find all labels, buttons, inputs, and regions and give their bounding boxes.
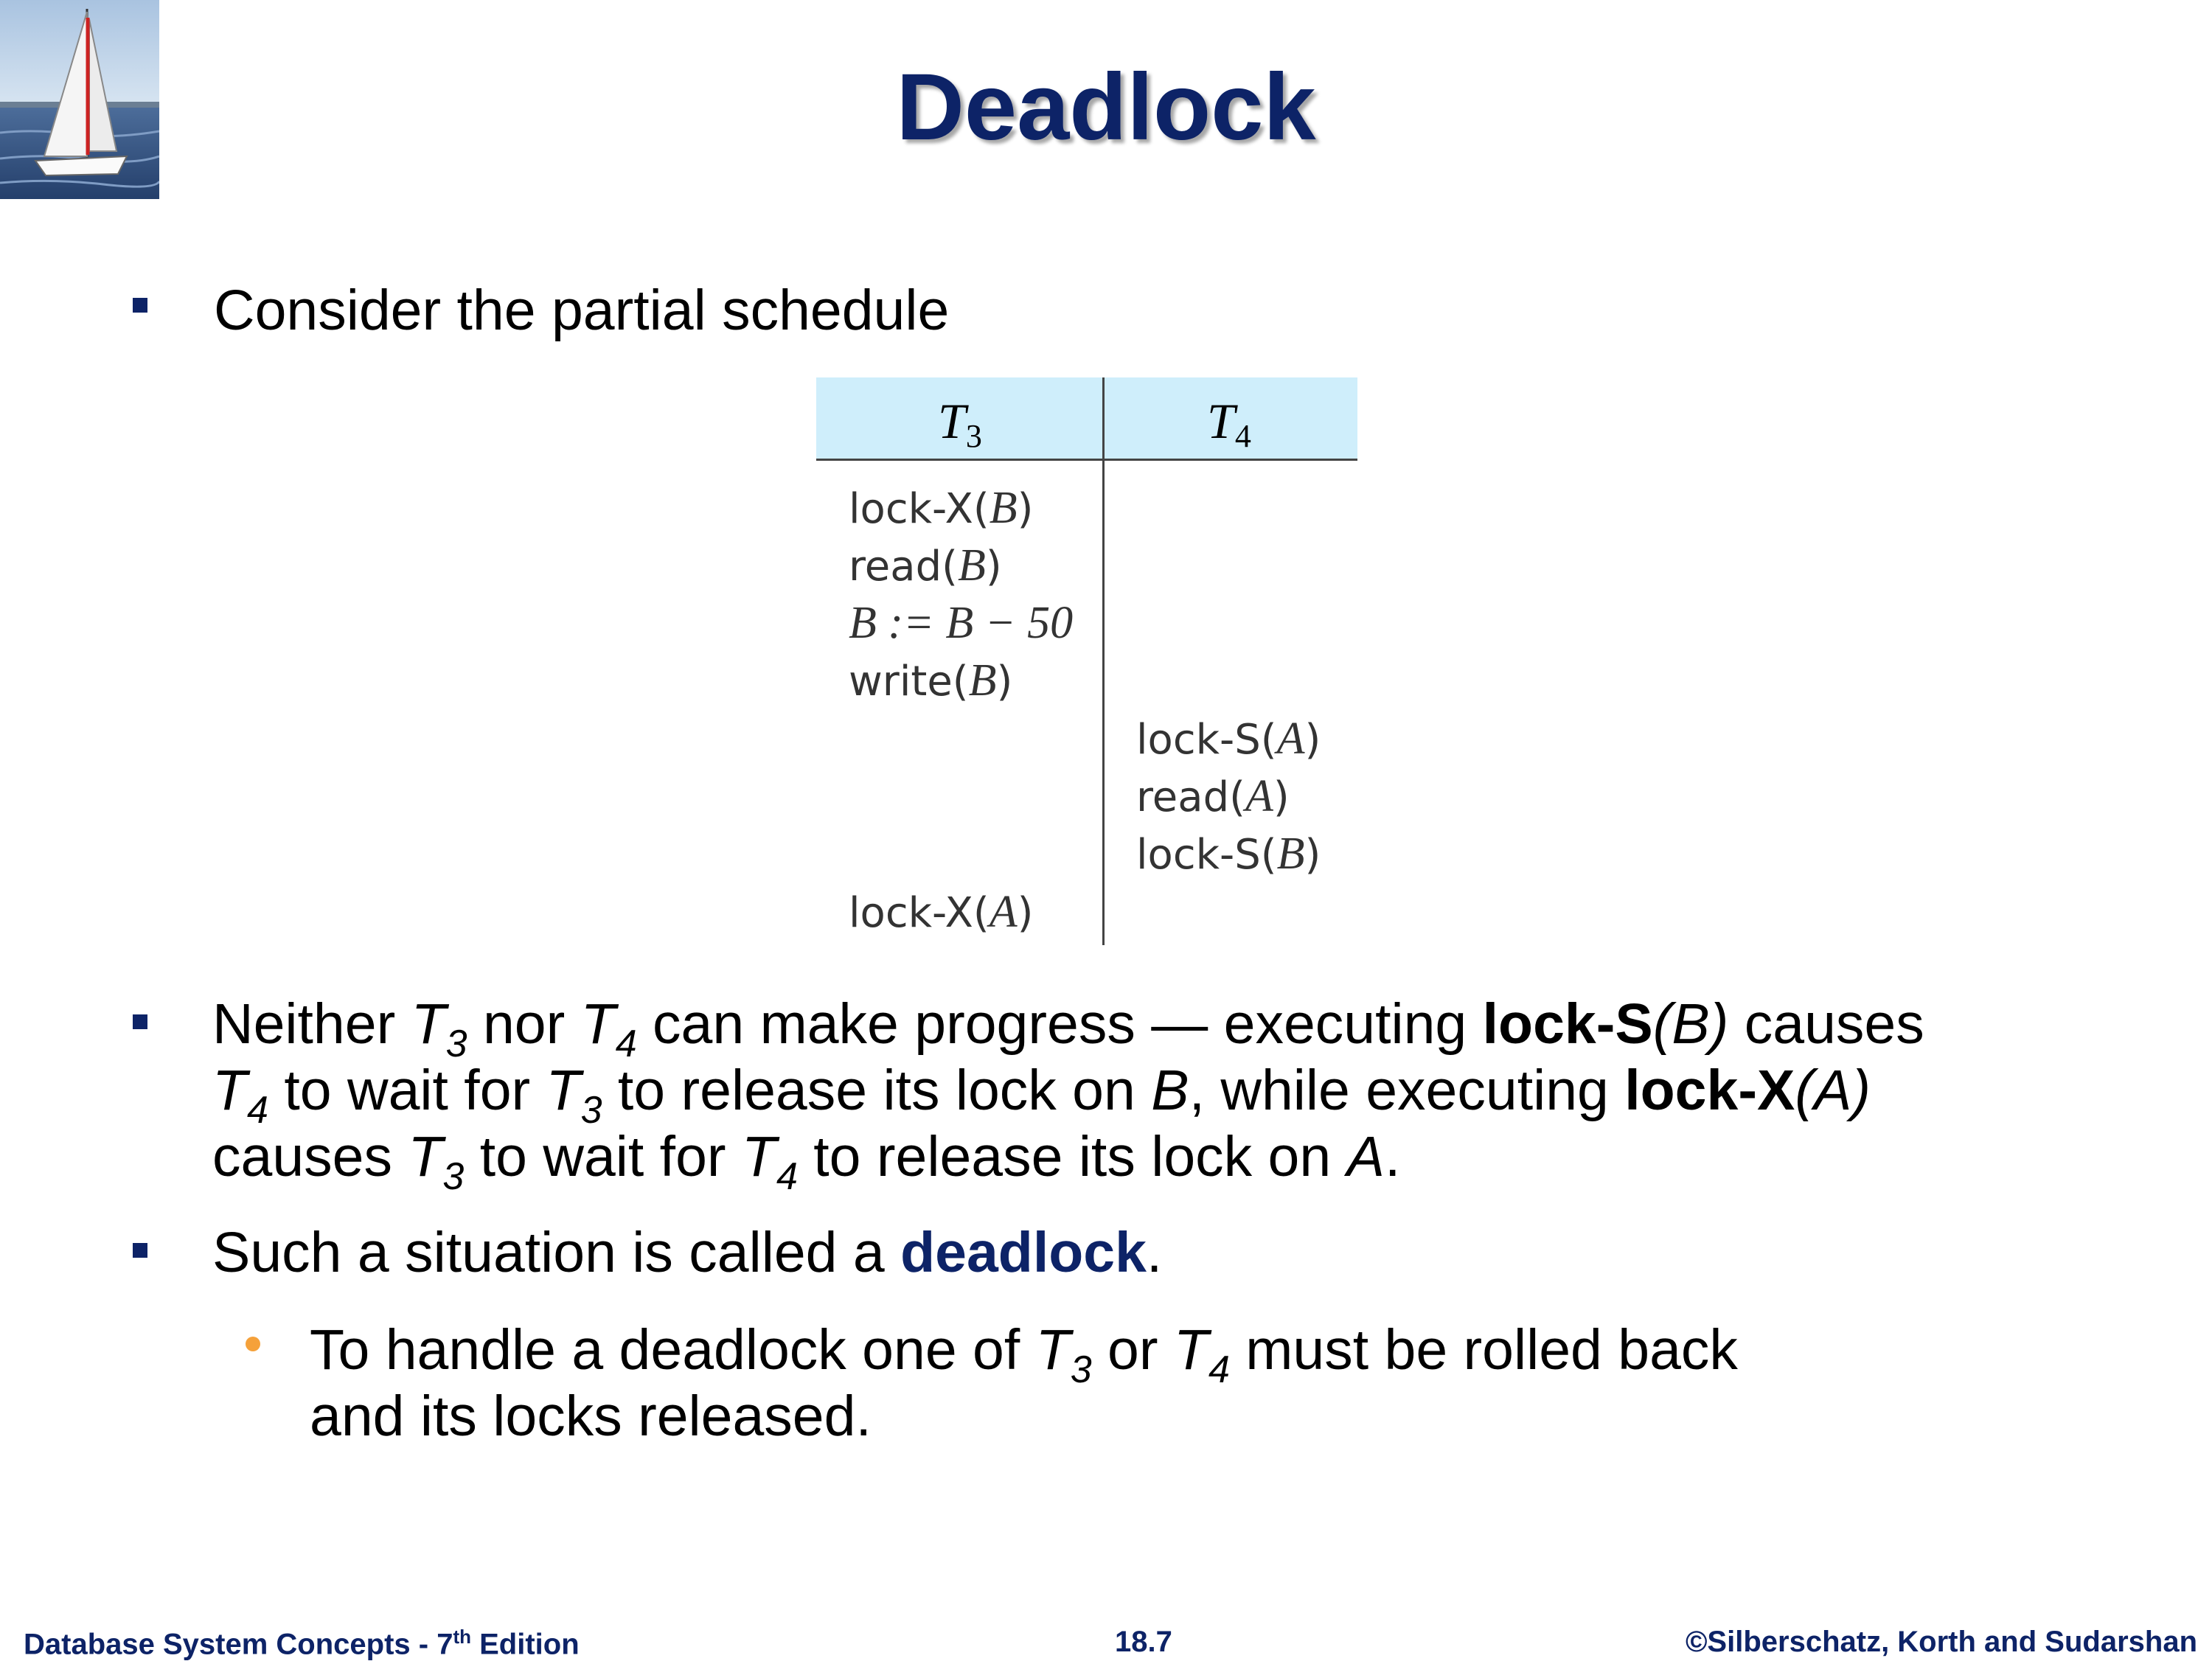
bullet-text: Such a situation is called a deadlock. (212, 1221, 1163, 1284)
bullet-marker (133, 1243, 147, 1258)
t4-op: lock-S(A) (1136, 714, 1321, 764)
schedule-table: T3 T4 lock-X(B) read(B) B := B − 50 writ… (816, 377, 1357, 945)
footer-right: ©Silberschatz, Korth and Sudarshan (1685, 1626, 2197, 1658)
t3-op: write(B) (849, 655, 1013, 706)
bullet-marker (133, 298, 147, 313)
t4-op: lock-S(B) (1136, 829, 1321, 879)
t3-op: read(B) (849, 540, 1002, 591)
t3-op: lock-X(B) (849, 483, 1034, 533)
footer-page-number: 18.7 (1115, 1626, 1172, 1658)
t3-op: lock-X(A) (849, 887, 1034, 937)
column-divider (1102, 377, 1105, 945)
header-t4: T4 (1207, 393, 1251, 454)
bullet-text: causes T3 to wait for T4 to release its … (212, 1125, 1401, 1198)
header-t3: T3 (938, 393, 982, 454)
sub-bullet-text: and its locks released. (310, 1385, 872, 1448)
slide-title: Deadlock (896, 55, 1316, 160)
bullet-text: Consider the partial schedule (214, 279, 950, 342)
table-header (816, 377, 1357, 461)
footer-left: Database System Concepts - 7th Edition (24, 1626, 580, 1661)
deadlock-term: deadlock (900, 1221, 1147, 1284)
t3-op: B := B − 50 (849, 598, 1074, 648)
sub-bullet-marker (246, 1337, 260, 1351)
t4-op: read(A) (1136, 771, 1290, 821)
bullet-marker (133, 1014, 147, 1029)
